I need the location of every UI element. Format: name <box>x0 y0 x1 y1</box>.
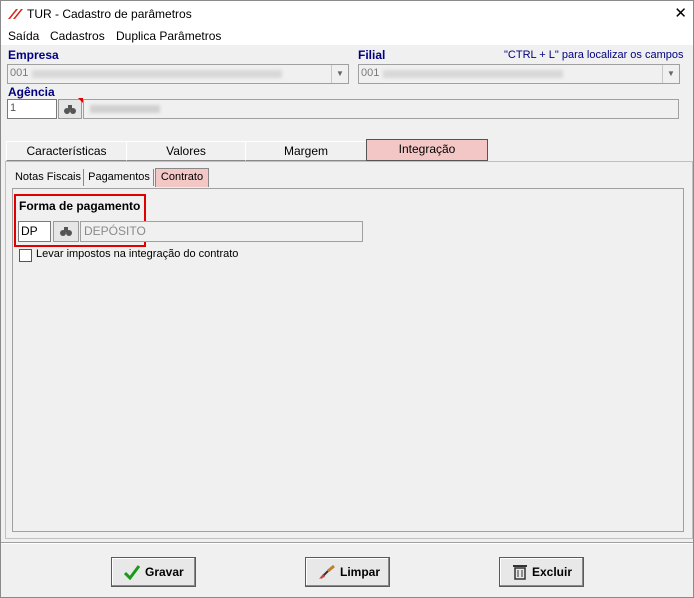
agencia-name-redacted <box>90 105 160 113</box>
gravar-button[interactable]: Gravar <box>111 557 196 587</box>
agencia-label: Agência <box>8 85 55 99</box>
subtab-contrato[interactable]: Contrato <box>155 168 209 187</box>
tab-caracteristicas[interactable]: Características <box>6 141 127 161</box>
empresa-label: Empresa <box>8 48 59 62</box>
agencia-search-button[interactable] <box>58 98 83 119</box>
hint-text: "CTRL + L" para localizar os campos <box>504 49 684 61</box>
app-logo-icon <box>8 9 23 19</box>
menu-saida[interactable]: Saída <box>8 29 39 43</box>
filial-select[interactable]: 001 ▼ <box>358 64 680 84</box>
filial-label: Filial <box>358 48 386 62</box>
subtab-pagamentos[interactable]: Pagamentos <box>85 169 154 186</box>
checkmark-icon <box>124 565 140 580</box>
limpar-button-label: Limpar <box>340 565 381 579</box>
forma-pagamento-code-input[interactable]: DP <box>18 221 51 242</box>
forma-pagamento-search-button[interactable] <box>53 221 79 242</box>
menu-bar: Saída Cadastros Duplica Parâmetros <box>1 27 693 45</box>
tab-integracao[interactable]: Integração <box>366 139 488 161</box>
filial-code: 001 <box>361 67 380 79</box>
levar-impostos-checkbox[interactable] <box>19 249 32 262</box>
tab-valores[interactable]: Valores <box>126 141 246 161</box>
menu-duplica-parametros[interactable]: Duplica Parâmetros <box>116 29 221 43</box>
forma-pagamento-desc-field: DEPÓSITO <box>80 221 363 242</box>
title-bar: TUR - Cadastro de parâmetros ✕ <box>1 1 693 27</box>
forma-pagamento-desc-value: DEPÓSITO <box>84 224 146 238</box>
subtab-notas-fiscais[interactable]: Notas Fiscais <box>13 169 84 186</box>
empresa-name-redacted <box>32 70 282 78</box>
forma-pagamento-code-value: DP <box>21 224 38 238</box>
agencia-code-input[interactable]: 1 <box>7 99 57 119</box>
footer-divider <box>1 542 693 544</box>
excluir-button[interactable]: Excluir <box>499 557 584 587</box>
filial-name-redacted <box>383 70 563 78</box>
window-title: TUR - Cadastro de parâmetros <box>27 7 192 21</box>
agencia-name-field <box>83 99 679 119</box>
binoculars-icon <box>64 105 76 114</box>
forma-pagamento-label: Forma de pagamento <box>19 199 141 213</box>
limpar-button[interactable]: Limpar <box>305 557 390 587</box>
gravar-button-label: Gravar <box>145 565 184 579</box>
agencia-code-value: 1 <box>10 102 17 114</box>
chevron-down-icon[interactable]: ▼ <box>331 65 348 83</box>
excluir-button-label: Excluir <box>532 565 573 579</box>
main-window: TUR - Cadastro de parâmetros ✕ Saída Cad… <box>0 0 694 598</box>
broom-icon <box>319 564 335 579</box>
tab-margem[interactable]: Margem <box>245 141 367 161</box>
close-icon[interactable]: ✕ <box>674 4 687 22</box>
empresa-select[interactable]: 001 ▼ <box>7 64 349 84</box>
menu-cadastros[interactable]: Cadastros <box>50 29 105 43</box>
trash-icon <box>513 565 527 580</box>
levar-impostos-label: Levar impostos na integração do contrato <box>36 248 239 260</box>
binoculars-icon <box>60 227 72 236</box>
empresa-code: 001 <box>10 67 29 79</box>
chevron-down-icon[interactable]: ▼ <box>662 65 679 83</box>
